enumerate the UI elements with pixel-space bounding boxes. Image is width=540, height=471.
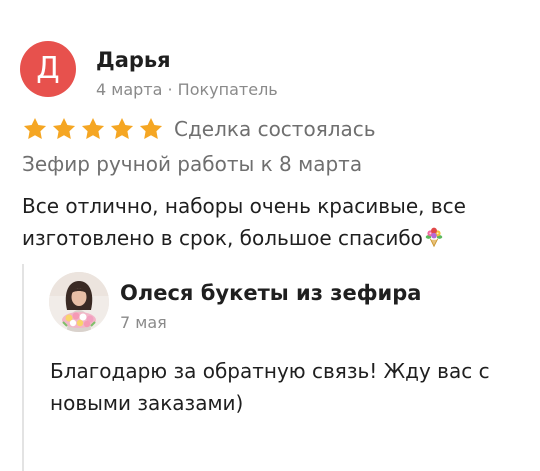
star-icon — [139, 117, 163, 139]
seller-name[interactable]: Олеся букеты из зефира — [120, 281, 421, 305]
deal-status: Сделка состоялась — [174, 117, 376, 141]
star-icon — [110, 117, 134, 139]
author-name[interactable]: Дарья — [96, 48, 171, 72]
star-icon — [23, 117, 47, 139]
seller-avatar[interactable] — [49, 272, 109, 332]
rating-stars — [22, 116, 164, 142]
review-text: Все отлично, наборы очень красивые, все … — [22, 190, 502, 254]
bouquet-emoji-icon — [425, 227, 443, 248]
review-card: Д Дарья 4 марта · Покупатель Сделка сост… — [0, 0, 540, 471]
star-icon — [52, 117, 76, 139]
author-avatar[interactable]: Д — [20, 41, 76, 97]
author-meta: 4 марта · Покупатель — [96, 80, 278, 99]
review-text-body: Все отлично, наборы очень красивые, все … — [22, 194, 466, 250]
reply-date: 7 мая — [120, 313, 167, 332]
star-icon — [81, 117, 105, 139]
product-title[interactable]: Зефир ручной работы к 8 марта — [22, 152, 362, 176]
seller-photo — [49, 272, 109, 332]
reply-thread-line — [22, 264, 24, 471]
reply-text: Благодарю за обратную связь! Жду вас с н… — [50, 359, 490, 415]
